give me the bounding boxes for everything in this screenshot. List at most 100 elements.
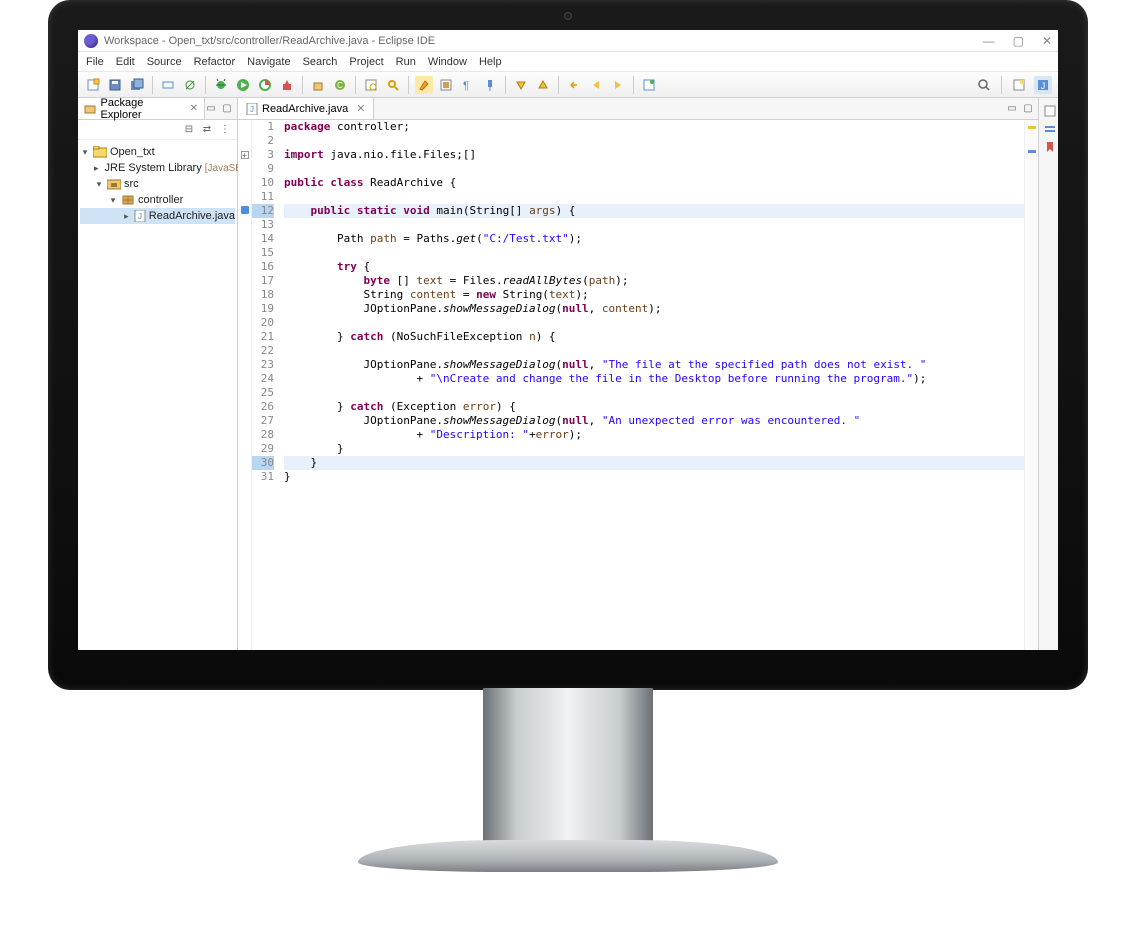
package-explorer-tab[interactable]: Package Explorer ✕ bbox=[78, 98, 205, 119]
svg-text:C: C bbox=[337, 81, 343, 90]
debug-button[interactable] bbox=[212, 76, 230, 94]
caret-right-icon: ▸ bbox=[94, 163, 99, 174]
java-perspective-button[interactable]: J bbox=[1034, 76, 1052, 94]
package-label: controller bbox=[138, 194, 183, 206]
tree-package[interactable]: ▾ controller bbox=[80, 192, 235, 208]
code-line[interactable]: public static void main(String[] args) { bbox=[284, 204, 1024, 218]
block-selection-button[interactable] bbox=[437, 76, 455, 94]
minimize-button[interactable]: — bbox=[983, 34, 995, 48]
code-line[interactable] bbox=[284, 344, 1024, 358]
bookmark-icon[interactable] bbox=[1043, 140, 1055, 152]
last-edit-button[interactable] bbox=[565, 76, 583, 94]
right-icon-strip bbox=[1038, 98, 1058, 650]
external-tools-button[interactable] bbox=[278, 76, 296, 94]
code-line[interactable]: } catch (NoSuchFileException n) { bbox=[284, 330, 1024, 344]
back-button[interactable] bbox=[587, 76, 605, 94]
maximize-view-icon[interactable]: ▢ bbox=[221, 103, 233, 115]
next-annotation-button[interactable] bbox=[512, 76, 530, 94]
code-line[interactable]: Path path = Paths.get("C:/Test.txt"); bbox=[284, 232, 1024, 246]
menu-refactor[interactable]: Refactor bbox=[194, 56, 236, 68]
menu-file[interactable]: File bbox=[86, 56, 104, 68]
menu-window[interactable]: Window bbox=[428, 56, 467, 68]
run-button[interactable] bbox=[234, 76, 252, 94]
code-line[interactable]: JOptionPane.showMessageDialog(null, "An … bbox=[284, 414, 1024, 428]
prev-annotation-button[interactable] bbox=[534, 76, 552, 94]
task-list-icon[interactable] bbox=[1043, 122, 1055, 134]
code-line[interactable]: JOptionPane.showMessageDialog(null, cont… bbox=[284, 302, 1024, 316]
code-line[interactable]: } catch (Exception error) { bbox=[284, 400, 1024, 414]
new-package-button[interactable] bbox=[309, 76, 327, 94]
collapse-all-icon[interactable]: ⊟ bbox=[183, 124, 195, 136]
window-title: Workspace - Open_txt/src/controller/Read… bbox=[104, 35, 435, 47]
menu-project[interactable]: Project bbox=[349, 56, 383, 68]
code-editor[interactable]: + 12391011121314151617181920212223242526… bbox=[238, 120, 1038, 650]
editor-tab[interactable]: J ReadArchive.java ✕ bbox=[238, 98, 374, 119]
code-line[interactable]: + "Description: "+error); bbox=[284, 428, 1024, 442]
code-line[interactable]: import java.nio.file.Files;[] bbox=[284, 148, 1024, 162]
outline-view-icon[interactable] bbox=[1043, 104, 1055, 116]
run-marker-icon[interactable] bbox=[241, 206, 249, 214]
code-line[interactable]: byte [] text = Files.readAllBytes(path); bbox=[284, 274, 1024, 288]
new-class-button[interactable]: C bbox=[331, 76, 349, 94]
tree-jre[interactable]: ▸ JRE System Library [JavaSE-17] bbox=[80, 160, 235, 176]
code-line[interactable] bbox=[284, 190, 1024, 204]
code-line[interactable] bbox=[284, 246, 1024, 260]
code-line[interactable]: } bbox=[284, 442, 1024, 456]
menu-help[interactable]: Help bbox=[479, 56, 502, 68]
code-line[interactable]: } bbox=[284, 456, 1024, 470]
close-button[interactable]: ✕ bbox=[1042, 34, 1052, 48]
monitor-stand-base bbox=[358, 840, 778, 872]
close-icon[interactable]: ✕ bbox=[356, 102, 365, 115]
pin-editor-button[interactable] bbox=[640, 76, 658, 94]
maximize-editor-icon[interactable]: ▢ bbox=[1022, 103, 1034, 115]
code-line[interactable]: package controller; bbox=[284, 120, 1024, 134]
code-line[interactable]: public class ReadArchive { bbox=[284, 176, 1024, 190]
tree-project[interactable]: ▾ Open_txt bbox=[80, 144, 235, 160]
maximize-button[interactable]: ▢ bbox=[1013, 34, 1024, 48]
caret-right-icon: ▸ bbox=[122, 211, 131, 222]
minimize-editor-icon[interactable]: ▭ bbox=[1006, 103, 1018, 115]
code-line[interactable]: JOptionPane.showMessageDialog(null, "The… bbox=[284, 358, 1024, 372]
code-line[interactable] bbox=[284, 316, 1024, 330]
search-button[interactable] bbox=[384, 76, 402, 94]
code-line[interactable] bbox=[284, 386, 1024, 400]
tree-src[interactable]: ▾ src bbox=[80, 176, 235, 192]
monitor-camera bbox=[564, 12, 572, 20]
toggle-mark-button[interactable] bbox=[415, 76, 433, 94]
quick-access-button[interactable] bbox=[975, 76, 993, 94]
fold-expand-icon[interactable]: + bbox=[241, 151, 249, 159]
code-line[interactable] bbox=[284, 218, 1024, 232]
forward-button[interactable] bbox=[609, 76, 627, 94]
code-line[interactable] bbox=[284, 162, 1024, 176]
editor-tab-label: ReadArchive.java bbox=[262, 103, 348, 115]
menu-run[interactable]: Run bbox=[396, 56, 416, 68]
link-editor-icon[interactable]: ⇄ bbox=[201, 124, 213, 136]
tree-file[interactable]: ▸ J ReadArchive.java bbox=[80, 208, 235, 224]
menu-source[interactable]: Source bbox=[147, 56, 182, 68]
view-menu-icon[interactable]: ⋮ bbox=[219, 124, 231, 136]
menu-search[interactable]: Search bbox=[303, 56, 338, 68]
open-perspective-button[interactable] bbox=[1010, 76, 1028, 94]
minimize-view-icon[interactable]: ▭ bbox=[205, 103, 217, 115]
show-whitespace-button[interactable]: ¶ bbox=[459, 76, 477, 94]
new-button[interactable] bbox=[84, 76, 102, 94]
code-line[interactable]: } bbox=[284, 470, 1024, 484]
skip-breakpoints-button[interactable] bbox=[181, 76, 199, 94]
open-type-button[interactable] bbox=[362, 76, 380, 94]
package-explorer-view: Package Explorer ✕ ▭ ▢ ⊟ ⇄ ⋮ bbox=[78, 98, 238, 650]
svg-text:J: J bbox=[250, 105, 254, 114]
save-button[interactable] bbox=[106, 76, 124, 94]
titlebar: Workspace - Open_txt/src/controller/Read… bbox=[78, 30, 1058, 52]
pin-button[interactable] bbox=[481, 76, 499, 94]
toggle-breadcrumb-button[interactable] bbox=[159, 76, 177, 94]
code-line[interactable]: try { bbox=[284, 260, 1024, 274]
code-line[interactable]: String content = new String(text); bbox=[284, 288, 1024, 302]
close-icon[interactable]: ✕ bbox=[190, 103, 198, 114]
coverage-button[interactable] bbox=[256, 76, 274, 94]
code-line[interactable]: + "\nCreate and change the file in the D… bbox=[284, 372, 1024, 386]
overview-ruler[interactable] bbox=[1024, 120, 1038, 650]
menu-edit[interactable]: Edit bbox=[116, 56, 135, 68]
save-all-button[interactable] bbox=[128, 76, 146, 94]
code-line[interactable] bbox=[284, 134, 1024, 148]
menu-navigate[interactable]: Navigate bbox=[247, 56, 290, 68]
